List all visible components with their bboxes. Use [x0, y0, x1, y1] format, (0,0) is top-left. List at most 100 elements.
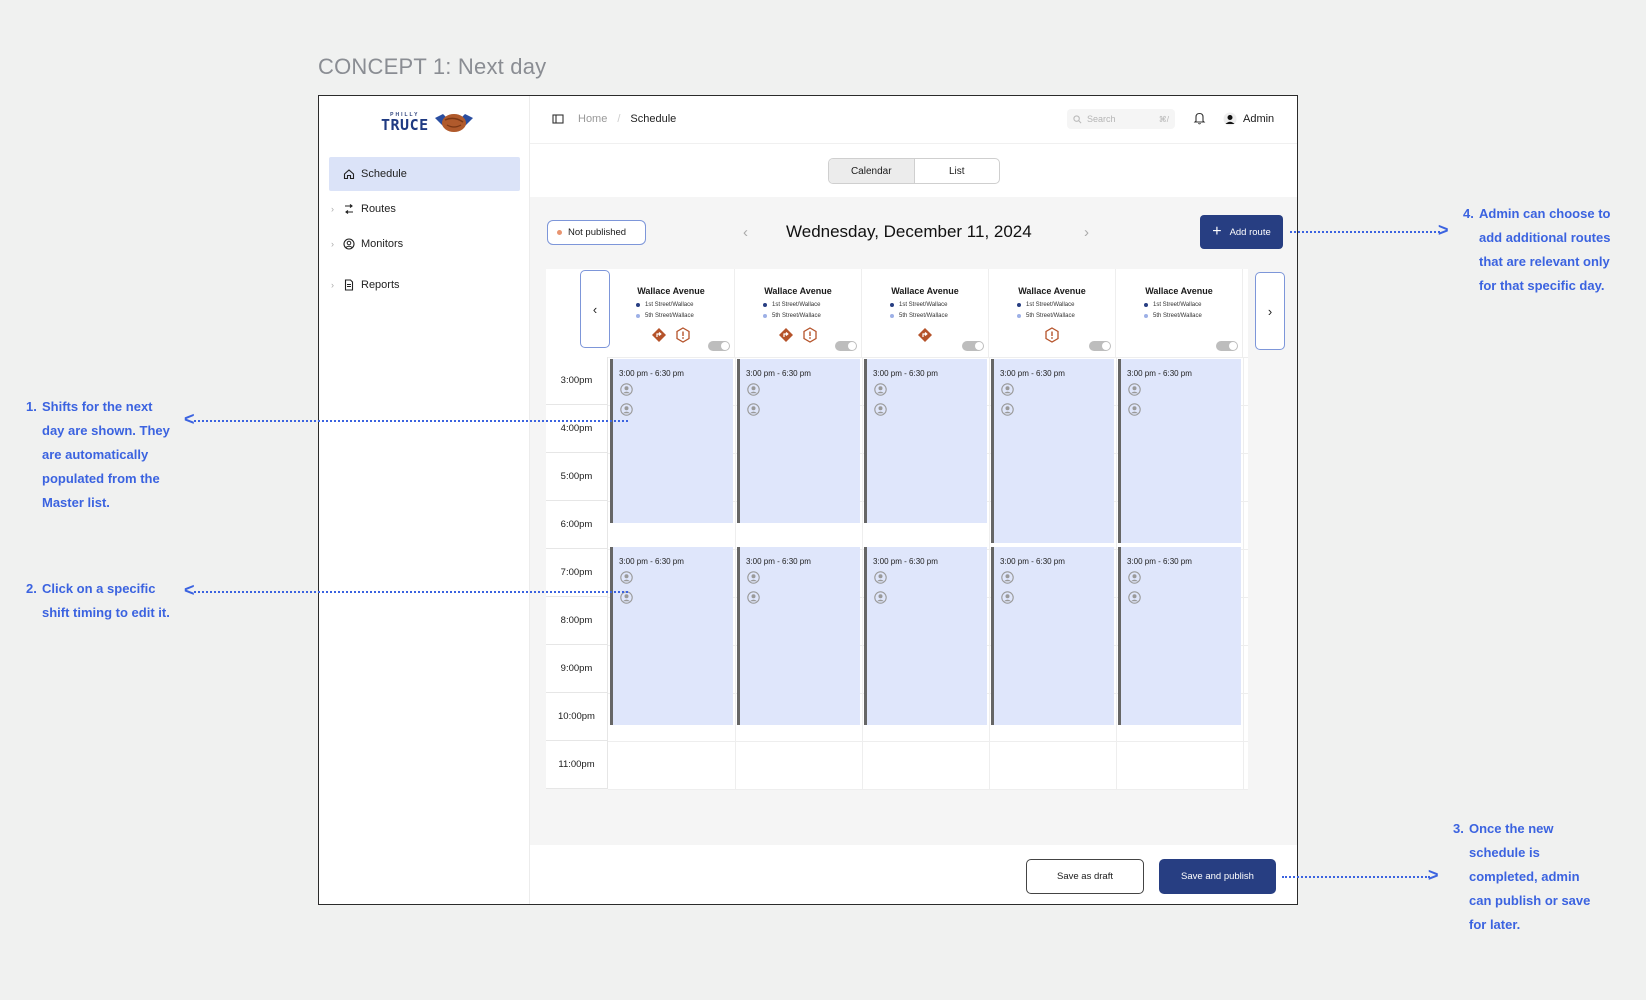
annotation-2-arrow — [194, 591, 628, 593]
sidebar-item-monitors[interactable]: › Monitors — [329, 227, 520, 261]
stop-dot-icon — [763, 314, 767, 318]
routes-next-button[interactable]: › — [1255, 272, 1285, 350]
person-icon[interactable] — [620, 571, 633, 589]
person-icon[interactable] — [747, 591, 760, 609]
shift-time[interactable]: 3:00 pm - 6:30 pm — [1000, 369, 1065, 378]
annotation-4-arrow — [1290, 231, 1440, 233]
routes-previous-button[interactable]: ‹ — [580, 270, 610, 348]
shift-time[interactable]: 3:00 pm - 6:30 pm — [1127, 369, 1192, 378]
shift-time[interactable]: 3:00 pm - 6:30 pm — [873, 557, 938, 566]
route-name: Wallace Avenue — [1145, 286, 1213, 296]
person-icon[interactable] — [747, 571, 760, 589]
person-icon[interactable] — [620, 591, 633, 609]
route-header[interactable]: Wallace Avenue 1st Street/Wallace 5th Stre… — [1116, 269, 1243, 357]
route-header[interactable]: Wallace Avenue 1st Street/Wallace 5th Stre… — [989, 269, 1116, 357]
person-icon[interactable] — [874, 403, 887, 421]
shift-time[interactable]: 3:00 pm - 6:30 pm — [746, 369, 811, 378]
shift-block[interactable]: 3:00 pm - 6:30 pm — [991, 547, 1114, 725]
route-toggle[interactable] — [962, 341, 984, 351]
shift-block[interactable]: 3:00 pm - 6:30 pm — [610, 547, 733, 725]
route-toggle[interactable] — [708, 341, 730, 351]
time-label: 10:00pm — [546, 693, 608, 741]
logo-main-text: TRUCE — [381, 116, 429, 134]
user-menu[interactable]: Admin — [1223, 112, 1274, 126]
sidebar-item-routes[interactable]: › Routes — [329, 192, 520, 226]
route-toggle[interactable] — [835, 341, 857, 351]
shift-block[interactable]: 3:00 pm - 6:30 pm — [610, 359, 733, 523]
shift-time[interactable]: 3:00 pm - 6:30 pm — [746, 557, 811, 566]
search-shortcut: ⌘/ — [1158, 114, 1169, 124]
shift-block[interactable]: 3:00 pm - 6:30 pm — [737, 359, 860, 523]
row-divider — [608, 789, 1248, 790]
status-dot-icon — [557, 230, 562, 235]
person-icon[interactable] — [747, 383, 760, 401]
person-icon[interactable] — [1128, 571, 1141, 589]
next-day-button[interactable]: › — [1084, 224, 1089, 241]
stop-dot-icon — [1017, 303, 1021, 307]
current-date: Wednesday, December 11, 2024 — [786, 222, 1032, 241]
person-icon[interactable] — [1001, 571, 1014, 589]
previous-day-button[interactable]: ‹ — [743, 224, 748, 241]
add-route-button[interactable]: + Add route — [1200, 215, 1283, 249]
shift-time[interactable]: 3:00 pm - 6:30 pm — [619, 557, 684, 566]
shift-time[interactable]: 3:00 pm - 6:30 pm — [1127, 557, 1192, 566]
sidebar-item-schedule[interactable]: Schedule — [329, 157, 520, 191]
person-icon[interactable] — [874, 591, 887, 609]
stop-dot-icon — [636, 314, 640, 318]
person-icon[interactable] — [1128, 383, 1141, 401]
shift-time[interactable]: 3:00 pm - 6:30 pm — [873, 369, 938, 378]
status-label: Not published — [568, 227, 627, 238]
breadcrumb-current: Schedule — [630, 113, 677, 125]
shift-block[interactable]: 3:00 pm - 6:30 pm — [991, 359, 1114, 543]
annotation-text: Admin can choose to add additional route… — [1479, 206, 1611, 293]
route-name: Wallace Avenue — [637, 286, 705, 296]
logo: PHILLY TRUCE — [381, 110, 475, 136]
add-route-label: Add route — [1229, 226, 1271, 238]
person-icon[interactable] — [874, 383, 887, 401]
chevron-right-icon: › — [331, 280, 334, 290]
shift-block[interactable]: 3:00 pm - 6:30 pm — [1118, 359, 1241, 543]
search-placeholder: Search — [1087, 114, 1116, 124]
route-header[interactable]: Wallace Avenue 1st Street/Wallace 5th Stre… — [735, 269, 862, 357]
person-icon[interactable] — [874, 571, 887, 589]
road-sign-icon — [917, 327, 933, 348]
route-stop: 1st Street/Wallace — [763, 302, 820, 308]
route-header[interactable]: Wallace Avenue 1st Street/Wallace 5th Stre… — [608, 269, 735, 357]
route-header[interactable]: Wallace Avenue 1st Street/Wallace 5th Stre… — [862, 269, 989, 357]
column-divider — [1116, 357, 1117, 789]
person-icon[interactable] — [620, 383, 633, 401]
search-input[interactable]: Search ⌘/ — [1067, 109, 1175, 129]
stop-dot-icon — [1144, 303, 1148, 307]
shift-block[interactable]: 3:00 pm - 6:30 pm — [864, 359, 987, 523]
shift-block[interactable]: 3:00 pm - 6:30 pm — [1118, 547, 1241, 725]
person-icon[interactable] — [1001, 383, 1014, 401]
person-icon[interactable] — [1128, 403, 1141, 421]
person-icon[interactable] — [1128, 591, 1141, 609]
sidebar-item-label: Reports — [361, 279, 400, 291]
route-toggle[interactable] — [1089, 341, 1111, 351]
save-publish-button[interactable]: Save and publish — [1159, 859, 1276, 894]
route-stop: 5th Street/Wallace — [1144, 313, 1202, 319]
tab-list[interactable]: List — [915, 159, 1000, 183]
breadcrumb-home[interactable]: Home — [578, 113, 607, 125]
column-divider — [1243, 357, 1244, 789]
route-toggle[interactable] — [1216, 341, 1238, 351]
column-divider — [862, 357, 863, 789]
shift-block[interactable]: 3:00 pm - 6:30 pm — [737, 547, 860, 725]
sidebar-item-reports[interactable]: › Reports — [329, 268, 520, 302]
annotation-text: Shifts for the next day are shown. They … — [42, 399, 170, 510]
person-icon[interactable] — [747, 403, 760, 421]
shift-time[interactable]: 3:00 pm - 6:30 pm — [1000, 557, 1065, 566]
shift-block[interactable]: 3:00 pm - 6:30 pm — [864, 547, 987, 725]
shift-time[interactable]: 3:00 pm - 6:30 pm — [619, 369, 684, 378]
bell-icon[interactable] — [1193, 111, 1206, 125]
home-icon — [343, 169, 355, 180]
time-label: 11:00pm — [546, 741, 608, 789]
user-name: Admin — [1243, 113, 1275, 125]
person-icon[interactable] — [620, 403, 633, 421]
sidebar-toggle-icon[interactable] — [552, 113, 564, 125]
tab-calendar[interactable]: Calendar — [829, 159, 915, 183]
save-draft-button[interactable]: Save as draft — [1026, 859, 1144, 894]
person-icon[interactable] — [1001, 591, 1014, 609]
person-icon[interactable] — [1001, 403, 1014, 421]
